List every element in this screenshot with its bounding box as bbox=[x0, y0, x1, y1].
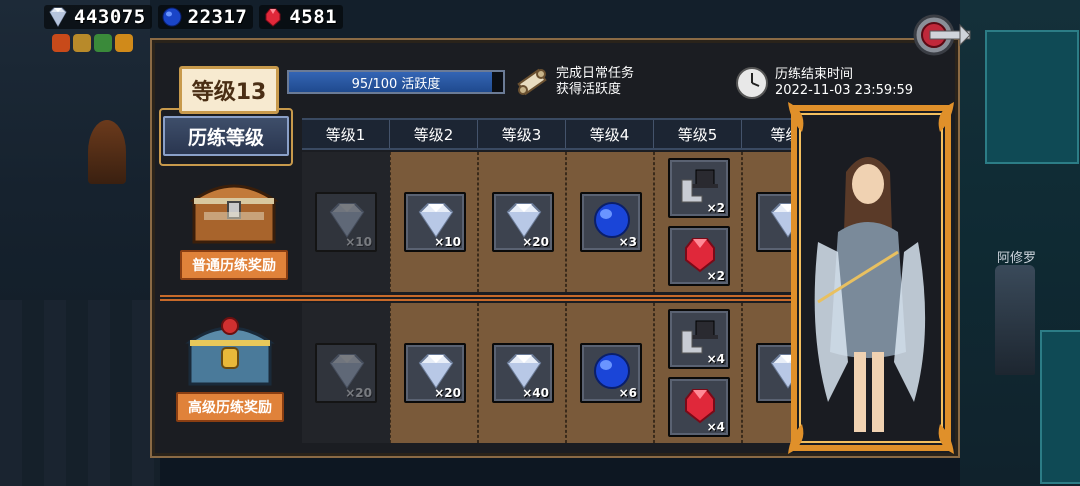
reward-quantity: ×3 bbox=[618, 235, 637, 249]
level-column-header: 等级3 bbox=[478, 120, 566, 148]
ruby-icon bbox=[685, 389, 715, 424]
reward-slot[interactable]: ×20 bbox=[492, 192, 554, 252]
background-floor bbox=[0, 300, 160, 486]
ruby-count: 4581 bbox=[289, 6, 338, 28]
reward-quantity: ×20 bbox=[434, 386, 461, 400]
npc-character bbox=[995, 265, 1035, 375]
end-time-info: 历练结束时间 2022-11-03 23:59:59 bbox=[735, 66, 913, 100]
reward-quantity: ×20 bbox=[345, 386, 372, 400]
advanced-chest-icon bbox=[185, 317, 275, 386]
normal-chest-icon bbox=[189, 184, 279, 244]
background-console-lower bbox=[1040, 330, 1080, 484]
diamond-icon bbox=[418, 203, 454, 238]
reward-column: ×3 bbox=[566, 152, 654, 292]
clock-icon bbox=[736, 67, 768, 99]
reward-quantity: ×6 bbox=[618, 386, 637, 400]
diamond-icon bbox=[329, 354, 365, 389]
buff-fist-icon bbox=[52, 34, 70, 52]
character-portrait-card bbox=[788, 102, 954, 454]
reward-quantity: ×2 bbox=[706, 269, 725, 283]
reward-slot[interactable]: ×6 bbox=[580, 343, 642, 403]
buff-crown-icon bbox=[73, 34, 91, 52]
currency-bar: 443075 22317 4581 bbox=[44, 4, 344, 30]
reward-column: ×40 bbox=[478, 303, 566, 443]
sapphire-icon bbox=[162, 7, 182, 27]
advanced-reward-label: 高级历练奖励 bbox=[176, 312, 284, 422]
diamond-icon bbox=[49, 7, 67, 28]
hat-boots-icon bbox=[681, 169, 718, 203]
reward-column: ×10 bbox=[302, 152, 390, 292]
reward-slot[interactable]: ×40 bbox=[492, 343, 554, 403]
reward-slot[interactable]: ×20 bbox=[315, 343, 377, 403]
reward-column: ×20 bbox=[478, 152, 566, 292]
diamond-icon bbox=[329, 203, 365, 238]
reward-slot[interactable]: ×20 bbox=[404, 343, 466, 403]
level-column-header: 等级4 bbox=[566, 120, 654, 148]
reward-quantity: ×10 bbox=[434, 235, 461, 249]
level-badge: 等级13 历练等级 bbox=[159, 60, 293, 166]
reward-column: ×6 bbox=[566, 303, 654, 443]
activity-progress-bar: 95/100 活跃度 bbox=[287, 70, 505, 94]
reward-column: ×10 bbox=[390, 152, 478, 292]
diamond-icon bbox=[506, 203, 542, 238]
sapphire-icon bbox=[594, 353, 630, 389]
currency-diamonds: 443075 bbox=[44, 5, 152, 29]
timer-label: 历练结束时间 bbox=[775, 67, 854, 82]
level-column-header: 等级5 bbox=[654, 120, 742, 148]
hat-boots-icon bbox=[681, 320, 718, 354]
timer-text: 历练结束时间 2022-11-03 23:59:59 bbox=[775, 67, 913, 99]
buff-medal-icon bbox=[115, 34, 133, 52]
daily-task-hint[interactable]: 完成日常任务 获得活跃度 bbox=[514, 64, 634, 100]
reward-slot[interactable]: ×2 bbox=[668, 226, 730, 286]
normal-reward-label: 普通历练奖励 bbox=[180, 170, 288, 280]
normal-reward-row: ×10 ×10 ×20 ×3 ×2 ×2 bbox=[302, 152, 830, 292]
level-title: 历练等级 bbox=[163, 116, 289, 156]
level-header-row: 等级1 等级2 等级3 等级4 等级5 等级 bbox=[302, 118, 830, 150]
task-line-2: 获得活跃度 bbox=[556, 82, 622, 97]
reward-quantity: ×4 bbox=[706, 352, 725, 366]
reward-quantity: ×10 bbox=[345, 235, 372, 249]
diamond-icon bbox=[418, 354, 454, 389]
advanced-reward-row: ×20 ×20 ×40 ×6 ×4 ×4 bbox=[302, 303, 830, 443]
reward-quantity: ×20 bbox=[522, 235, 549, 249]
reward-column: ×20 bbox=[302, 303, 390, 443]
diamond-icon bbox=[506, 354, 542, 389]
npc-name-label: 阿修罗 bbox=[997, 251, 1037, 266]
normal-reward-tag: 普通历练奖励 bbox=[180, 250, 288, 280]
sapphire-icon bbox=[594, 202, 630, 238]
reward-slot[interactable]: ×10 bbox=[404, 192, 466, 252]
reward-column: ×4 ×4 bbox=[654, 303, 742, 443]
reward-slot[interactable]: ×3 bbox=[580, 192, 642, 252]
close-button[interactable] bbox=[908, 12, 972, 58]
scroll-icon bbox=[517, 68, 547, 96]
level-column-header: 等级2 bbox=[390, 120, 478, 148]
sapphire-count: 22317 bbox=[187, 6, 248, 28]
currency-sapphires: 22317 bbox=[157, 5, 254, 29]
timer-value: 2022-11-03 23:59:59 bbox=[775, 83, 914, 98]
reward-slot[interactable]: ×4 bbox=[668, 309, 730, 369]
diamond-count: 443075 bbox=[74, 6, 146, 28]
level-column-header: 等级1 bbox=[302, 120, 390, 148]
background-console bbox=[985, 30, 1079, 164]
background-statue bbox=[88, 120, 126, 184]
reward-slot[interactable]: ×2 bbox=[668, 158, 730, 218]
reward-column: ×20 bbox=[390, 303, 478, 443]
buff-mask-icon bbox=[94, 34, 112, 52]
ruby-icon bbox=[265, 8, 281, 27]
current-level: 等级13 bbox=[179, 66, 279, 114]
advanced-reward-tag: 高级历练奖励 bbox=[176, 392, 284, 422]
reward-slot[interactable]: ×4 bbox=[668, 377, 730, 437]
progress-text: 95/100 活跃度 bbox=[351, 76, 441, 92]
reward-column: ×2 ×2 bbox=[654, 152, 742, 292]
reward-quantity: ×2 bbox=[706, 201, 725, 215]
ruby-icon bbox=[685, 238, 715, 273]
buff-icons bbox=[52, 34, 133, 52]
reward-slot[interactable]: ×10 bbox=[315, 192, 377, 252]
currency-rubies: 4581 bbox=[259, 5, 344, 29]
reward-quantity: ×40 bbox=[522, 386, 549, 400]
task-text: 完成日常任务 获得活跃度 bbox=[556, 66, 634, 98]
task-line-1: 完成日常任务 bbox=[556, 66, 635, 81]
reward-quantity: ×4 bbox=[706, 420, 725, 434]
